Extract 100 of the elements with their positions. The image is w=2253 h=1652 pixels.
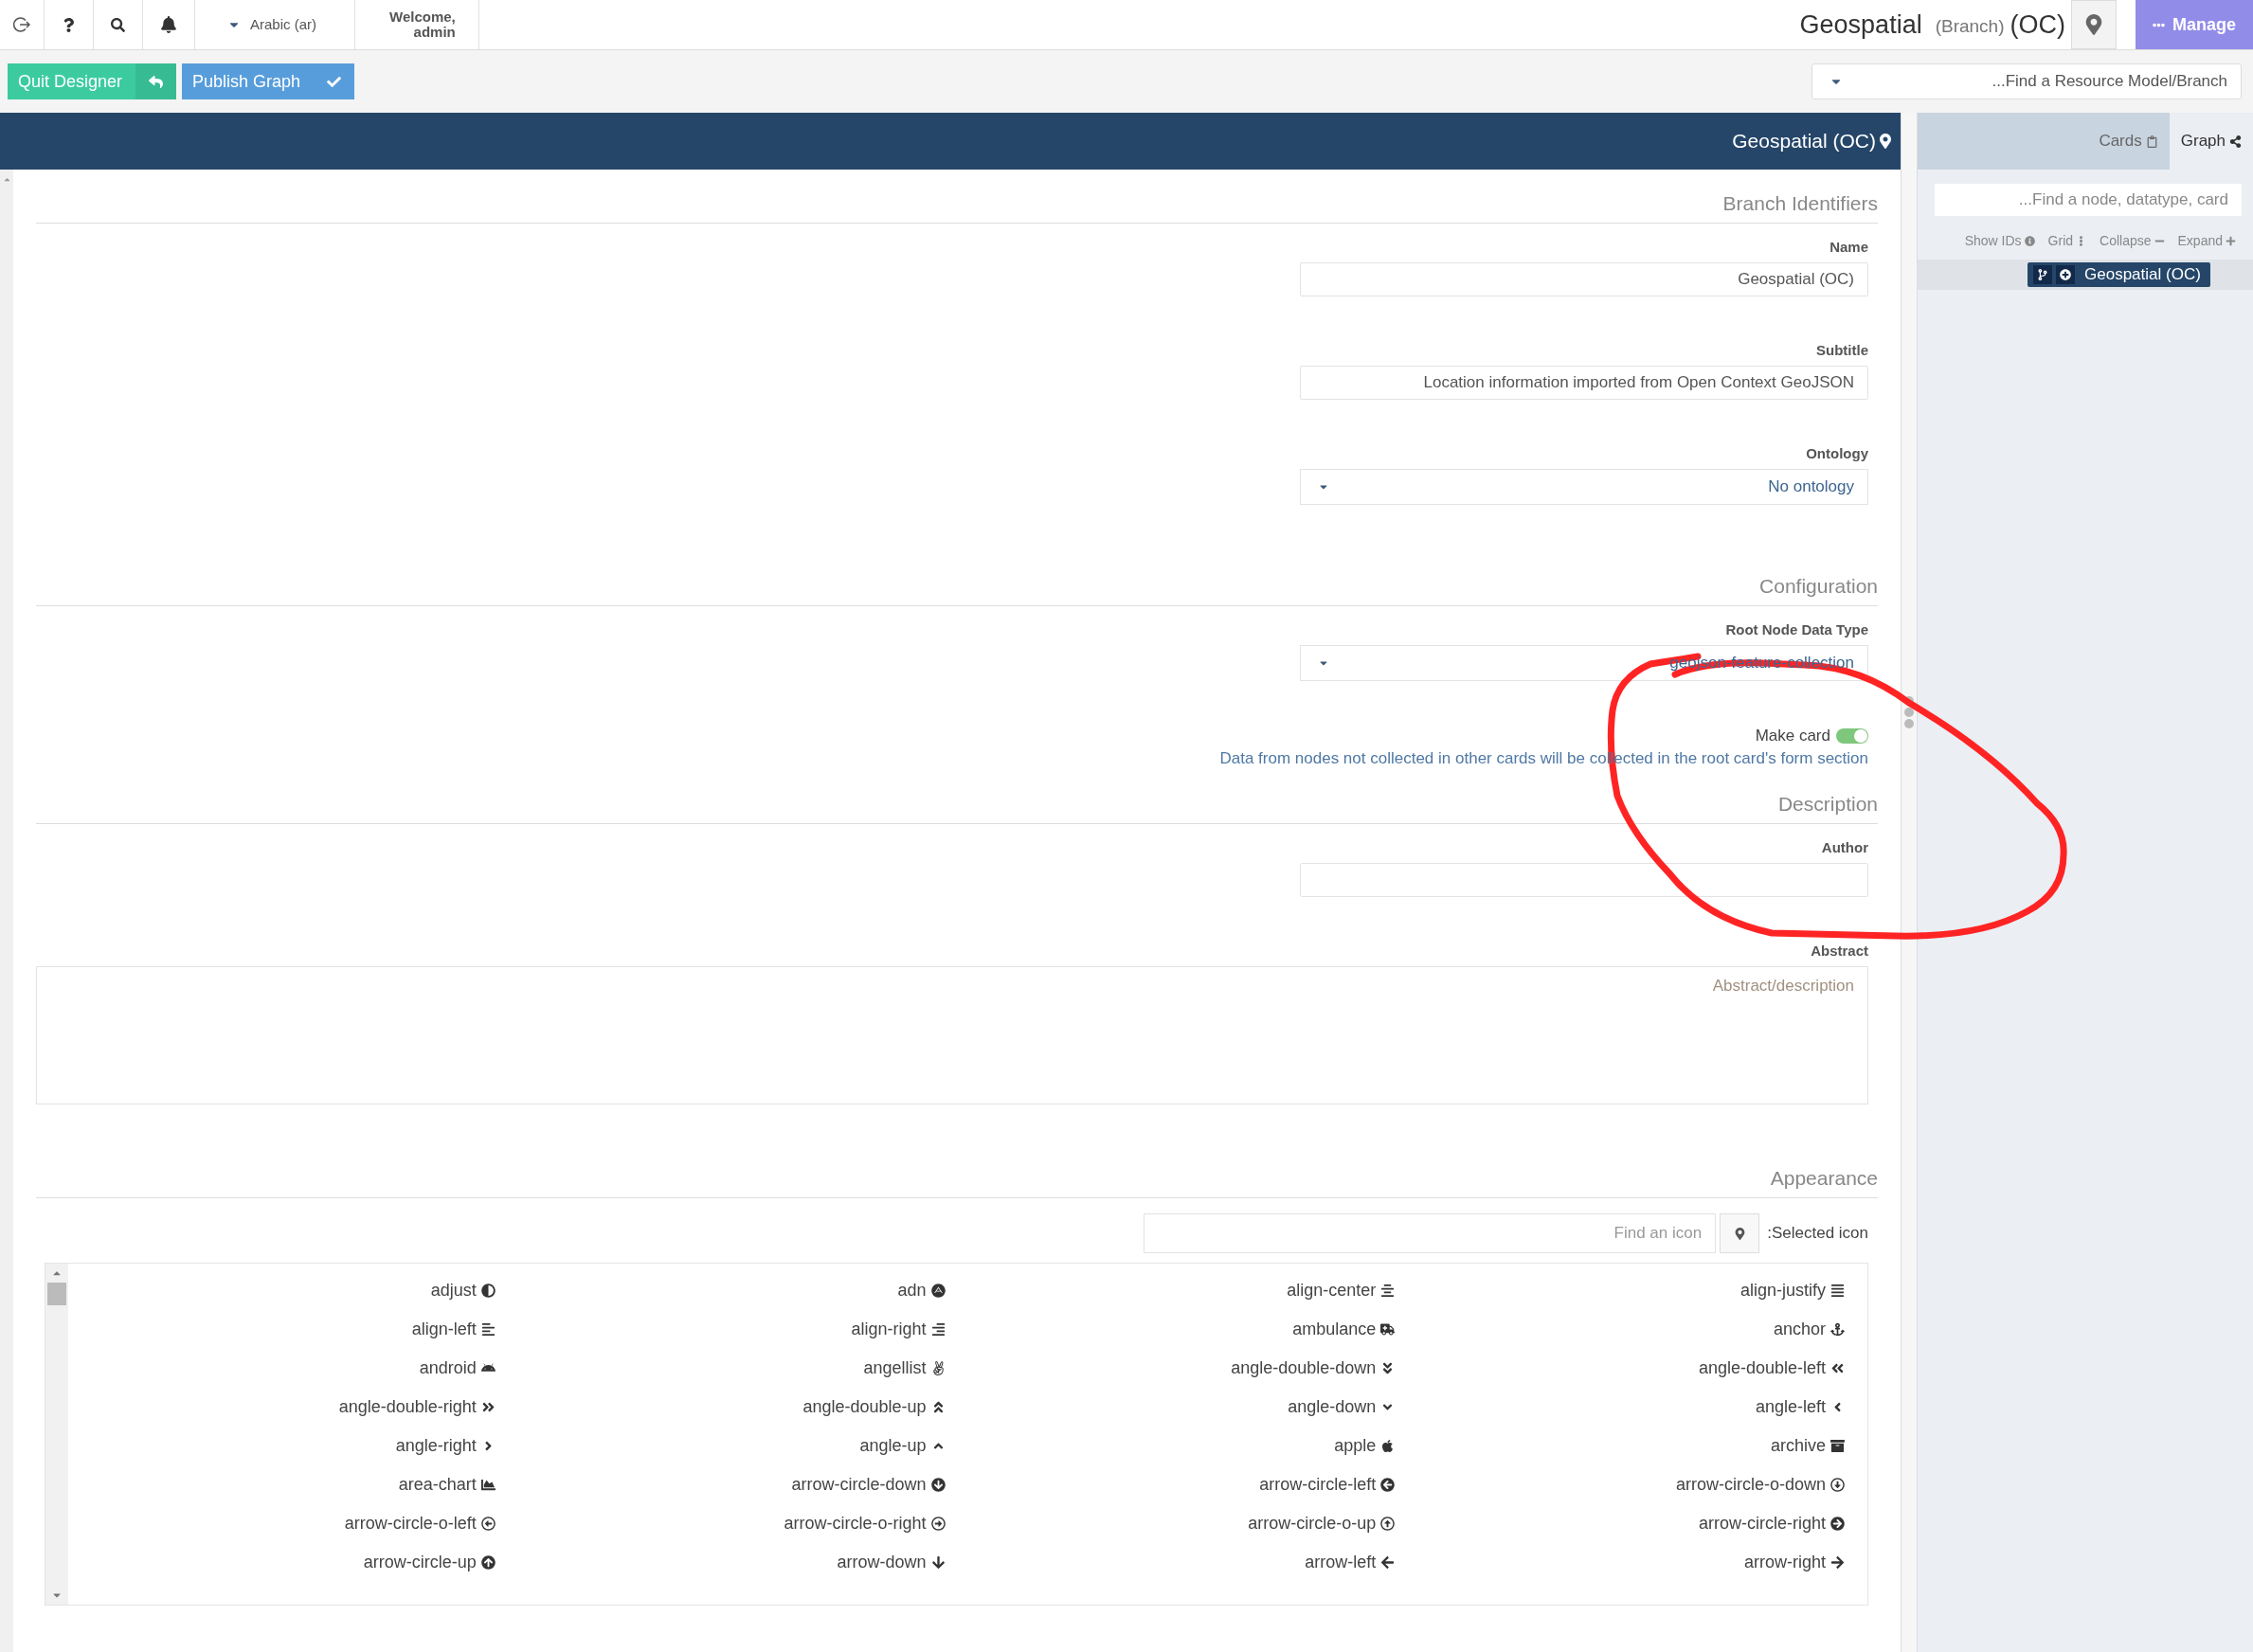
map-pin-icon (2083, 14, 2104, 35)
icon-option[interactable]: area-chart (398, 1473, 496, 1496)
sign-out-icon (13, 16, 30, 33)
arrow-down-icon (930, 1554, 946, 1570)
circle-arrow-down-icon (930, 1477, 946, 1492)
branch-icon (2037, 269, 2048, 280)
icon-option[interactable]: anchor (1773, 1318, 1845, 1340)
icon-option[interactable]: angle-right (395, 1434, 496, 1457)
icon-option[interactable]: arrow-circle-down (791, 1473, 946, 1496)
info-icon (2024, 235, 2035, 246)
icon-option[interactable]: angle-up (859, 1434, 946, 1457)
icon-option[interactable]: angellist (863, 1356, 946, 1379)
graph-icon-button[interactable] (2071, 0, 2117, 49)
outline-circle-arrow-left-icon (480, 1516, 496, 1531)
section-title: Appearance (36, 1167, 1878, 1198)
outline-circle-arrow-right-icon (930, 1516, 946, 1531)
panel-tab[interactable]: Cards (1918, 113, 2170, 170)
icon-option[interactable]: arrow-circle-o-left (344, 1512, 496, 1535)
field-label: Ontology (1806, 445, 1868, 461)
align-center-icon (1380, 1283, 1396, 1298)
outline-circle-arrow-down-icon (1830, 1477, 1845, 1492)
check-icon (327, 74, 342, 89)
bell-icon (160, 16, 177, 33)
icon-option[interactable]: arrow-left (1305, 1551, 1396, 1573)
peace-hand-icon (930, 1360, 946, 1375)
map-pin-icon (1878, 134, 1893, 149)
scrollbar-thumb[interactable] (47, 1283, 66, 1305)
icon-option[interactable]: angle-double-left (1698, 1356, 1845, 1379)
icon-option[interactable]: arrow-circle-o-up (1248, 1512, 1396, 1535)
resource-dropdown[interactable]: ...Find a Resource Model/Branch (1811, 63, 2242, 99)
resize-handle[interactable] (1902, 113, 1918, 1652)
text-area[interactable]: Abstract/description (36, 966, 1868, 1104)
field-label: Root Node Data Type (1725, 621, 1868, 637)
icon-option[interactable]: angle-double-right (338, 1395, 496, 1418)
section-title: Configuration (36, 575, 1878, 606)
icon-option[interactable]: arrow-circle-right (1699, 1512, 1845, 1535)
align-justify-icon (1830, 1283, 1845, 1298)
graph-title-suffix: (OC) (2010, 9, 2065, 40)
icon-option[interactable]: angle-left (1755, 1395, 1845, 1418)
icon-option[interactable]: arrow-circle-o-right (784, 1512, 946, 1535)
selected-icon-label: :Selected icon (1767, 1224, 1868, 1243)
icon-option[interactable]: adjust (430, 1279, 496, 1302)
graph-title: Geospatial (1799, 9, 1922, 40)
align-left-icon (480, 1321, 496, 1337)
clipboard-icon (2145, 135, 2158, 148)
circle-arrow-left-icon (1380, 1477, 1396, 1492)
align-right-icon (930, 1321, 946, 1337)
icon-search-field[interactable]: Find an icon (1144, 1213, 1717, 1253)
icon-option[interactable]: arrow-right (1743, 1551, 1845, 1573)
icon-option[interactable]: arrow-circle-left (1259, 1473, 1396, 1496)
dropdown[interactable]: No ontology (1300, 469, 1868, 505)
icon-option[interactable]: align-left (411, 1318, 496, 1340)
icon-option[interactable]: ambulance (1292, 1318, 1396, 1340)
icon-option[interactable]: apple (1334, 1434, 1396, 1457)
icon-option[interactable]: angle-double-up (802, 1395, 946, 1418)
graph-type: (Branch) (1935, 16, 2005, 37)
selected-icon-button[interactable] (1720, 1213, 1760, 1253)
section-title: Description (36, 793, 1878, 824)
text-field[interactable] (1300, 863, 1868, 897)
arrow-left-icon (1380, 1554, 1396, 1570)
scroll-up-icon[interactable] (2, 175, 11, 184)
anchor-icon (1830, 1321, 1845, 1337)
node-search-field[interactable]: ...Find a node, datatype, card (1935, 184, 2242, 216)
icon-option[interactable]: align-center (1287, 1279, 1396, 1302)
field-label: Name (1829, 239, 1868, 255)
ambulance-icon (1380, 1321, 1396, 1337)
icon-option[interactable]: arrow-circle-o-down (1675, 1473, 1845, 1496)
plus-icon (2226, 235, 2236, 246)
toggle-label: Make card (1755, 727, 1830, 745)
field-label: Author (1821, 839, 1868, 855)
circle-arrow-right-icon (1830, 1516, 1845, 1531)
icon-option[interactable]: adn (897, 1279, 946, 1302)
map-pin-icon (1733, 1227, 1746, 1240)
icon-option[interactable]: arrow-circle-up (363, 1551, 496, 1573)
circle-arrow-up-icon (480, 1554, 496, 1570)
arrow-right-icon (1830, 1554, 1845, 1570)
text-field[interactable]: Location information imported from Open Context GeoJSON (1300, 366, 1868, 400)
archive-box-icon (1830, 1438, 1845, 1453)
icon-option[interactable]: align-right (851, 1318, 946, 1340)
field-label: Subtitle (1816, 342, 1868, 358)
share-icon (2229, 135, 2242, 148)
icon-option[interactable]: angle-down (1288, 1395, 1396, 1418)
icon-option[interactable]: archive (1770, 1434, 1845, 1457)
text-field[interactable]: Geospatial (OC) (1300, 262, 1868, 296)
graph-node[interactable]: Geospatial (OC) (2028, 262, 2210, 287)
outline-circle-arrow-up-icon (1380, 1516, 1396, 1531)
reply-icon (149, 74, 164, 89)
icon-option[interactable]: arrow-down (837, 1551, 946, 1573)
circled-letter-icon (930, 1283, 946, 1298)
scrollbar[interactable] (45, 1264, 68, 1605)
icon-option[interactable]: angle-double-down (1231, 1356, 1396, 1379)
apple-icon (1380, 1438, 1396, 1453)
add-icon (2060, 269, 2071, 280)
icon-option[interactable]: android (419, 1356, 496, 1379)
welcome-text: Welcome, admin (355, 0, 479, 49)
panel-title: Geospatial (OC) (1732, 130, 1876, 153)
section-title: Branch Identifiers (36, 192, 1878, 224)
toggle-switch[interactable] (1836, 728, 1868, 744)
field-label: Abstract (1811, 943, 1868, 959)
icon-option[interactable]: align-justify (1739, 1279, 1845, 1302)
